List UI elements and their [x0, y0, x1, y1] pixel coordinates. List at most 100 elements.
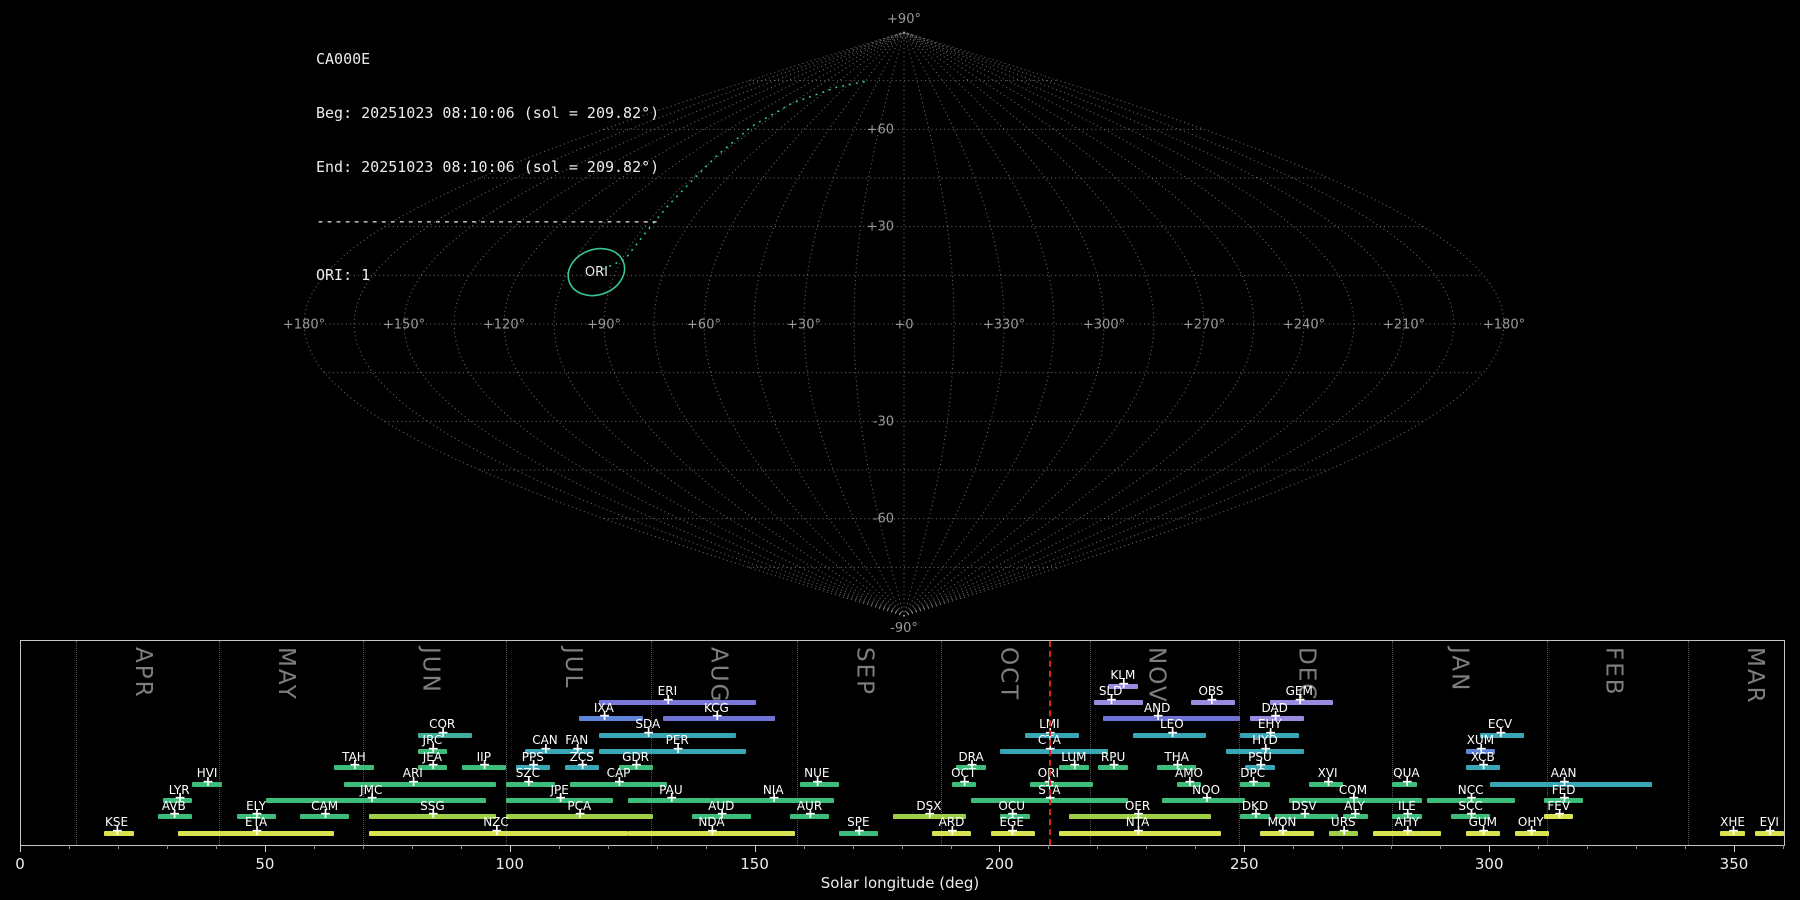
peak-marker-EGE: +	[1006, 822, 1019, 839]
map-pole-label-top: +90°	[887, 12, 921, 27]
end-time: End: 20251023 08:10:06 (sol = 209.82°)	[316, 158, 660, 176]
axis-major-tick	[264, 845, 266, 852]
peak-marker-CAM: +	[319, 806, 332, 823]
axis-minor-tick	[166, 845, 168, 849]
axis-minor-tick	[656, 845, 658, 849]
axis-minor-tick	[1342, 845, 1344, 849]
begin-time: Beg: 20251023 08:10:06 (sol = 209.82°)	[316, 104, 660, 122]
axis-major-tick	[1489, 845, 1491, 852]
peak-marker-SLD: +	[1105, 691, 1118, 708]
axis-minor-tick	[1440, 845, 1442, 849]
axis-tick-label: 300	[1474, 855, 1504, 873]
map-lon-label: +30°	[787, 318, 821, 333]
map-pole-label-bottom: -90°	[890, 621, 918, 636]
axis-minor-tick	[362, 845, 364, 849]
peak-marker-CAP: +	[613, 773, 626, 790]
peak-marker-IXA: +	[598, 708, 611, 725]
peak-marker-ARI: +	[407, 773, 420, 790]
month-gridline	[363, 641, 365, 845]
month-label: OCT	[995, 647, 1022, 702]
current-sol-line	[1048, 641, 1051, 845]
axis-minor-tick	[1048, 845, 1050, 849]
shower-count: ORI: 1	[316, 266, 371, 284]
axis-tick-label: 150	[740, 855, 769, 873]
peak-marker-NZC: +	[491, 822, 503, 839]
peak-marker-PER: +	[672, 740, 684, 757]
axis-major-tick	[1244, 845, 1246, 852]
axis-minor-tick	[705, 845, 707, 849]
map-lon-label: +240°	[1283, 318, 1325, 333]
peak-marker-JMC: +	[366, 790, 378, 806]
axis-major-tick	[1734, 845, 1735, 852]
month-label: MAR	[1742, 647, 1769, 705]
month-gridline	[1688, 641, 1689, 845]
axis-minor-tick	[1293, 845, 1295, 849]
peak-marker-ETA: +	[251, 822, 263, 839]
peak-marker-XCB: +	[1477, 757, 1490, 774]
peak-marker-PAU: +	[665, 790, 678, 806]
axis-tick-label: 100	[495, 855, 524, 873]
map-lon-label: +90°	[587, 318, 621, 333]
map-lat-label: -30	[873, 414, 894, 429]
sky-map: +180° +150° +120° +90° +60° +30° +0 +330° +300° +…	[283, 12, 1525, 636]
map-lon-label: +120°	[483, 318, 525, 333]
x-axis-title: Solar longitude (deg)	[820, 874, 980, 892]
station-code: CA000E	[316, 50, 371, 68]
axis-tick-label: 50	[255, 855, 275, 873]
map-lat-label: +60	[867, 122, 894, 137]
month-label: FEB	[1600, 647, 1627, 697]
peak-marker-AHY: +	[1401, 822, 1414, 839]
axis-minor-tick	[1685, 845, 1687, 849]
map-lon-label: +330°	[983, 318, 1025, 333]
peak-marker-AUR: +	[804, 806, 817, 823]
peak-marker-SSG: +	[427, 806, 440, 823]
month-label: MAY	[272, 647, 299, 701]
axis-minor-tick	[852, 845, 854, 849]
peak-marker-PCA: +	[574, 806, 587, 823]
peak-marker-EVI: +	[1764, 822, 1777, 839]
info-panel: CA000E Beg: 20251023 08:10:06 (sol = 209…	[316, 14, 659, 302]
map-lon-label: +180°	[283, 318, 325, 333]
peak-marker-QUA: +	[1401, 773, 1414, 790]
peak-marker-IIP: +	[478, 757, 491, 774]
peak-marker-GUM: +	[1477, 822, 1490, 839]
peak-marker-LEO: +	[1166, 724, 1179, 741]
axis-minor-tick	[1783, 845, 1784, 849]
month-label: JUL	[559, 647, 586, 690]
peak-marker-NOO: +	[1201, 790, 1213, 806]
peak-marker-SPE: +	[853, 822, 866, 839]
axis-major-tick	[999, 845, 1001, 852]
peak-marker-NUE: +	[811, 773, 824, 790]
activity-chart: APR MAY JUN JUL AUG SEP OCT NOV DEC JAN FEB MAR KLM +…	[20, 640, 1785, 846]
month-label: SEP	[851, 647, 878, 697]
axis-major-tick	[20, 845, 21, 852]
peak-marker-ERI: +	[662, 691, 675, 708]
axis-minor-tick	[1636, 845, 1638, 849]
map-lon-label: +270°	[1183, 318, 1225, 333]
axis-tick-label: 200	[985, 855, 1014, 873]
month-gridline	[75, 641, 77, 845]
peak-marker-OHY: +	[1525, 822, 1538, 839]
axis-minor-tick	[69, 845, 70, 849]
month-label: JUN	[417, 647, 444, 694]
axis-minor-tick	[313, 845, 315, 849]
month-gridline	[218, 641, 220, 845]
axis-minor-tick	[607, 845, 609, 849]
axis-minor-tick	[1146, 845, 1148, 849]
map-lon-label: +0	[894, 318, 913, 333]
map-lon-label: +150°	[383, 318, 425, 333]
axis-major-tick	[509, 845, 511, 852]
month-label: JAN	[1446, 647, 1473, 693]
map-lon-label: +300°	[1083, 318, 1125, 333]
peak-marker-OCT: +	[958, 773, 971, 790]
axis-minor-tick	[1391, 845, 1393, 849]
peak-marker-KSE: +	[111, 822, 124, 839]
peak-marker-RPU: +	[1108, 757, 1120, 774]
peak-marker-DPC: +	[1247, 773, 1260, 790]
peak-marker-TAH: +	[349, 757, 361, 774]
axis-minor-tick	[803, 845, 805, 849]
axis-major-tick	[754, 845, 756, 852]
map-lon-label: +210°	[1383, 318, 1425, 333]
map-lat-label: -60	[873, 512, 894, 527]
axis-tick-label: 350	[1719, 855, 1749, 873]
